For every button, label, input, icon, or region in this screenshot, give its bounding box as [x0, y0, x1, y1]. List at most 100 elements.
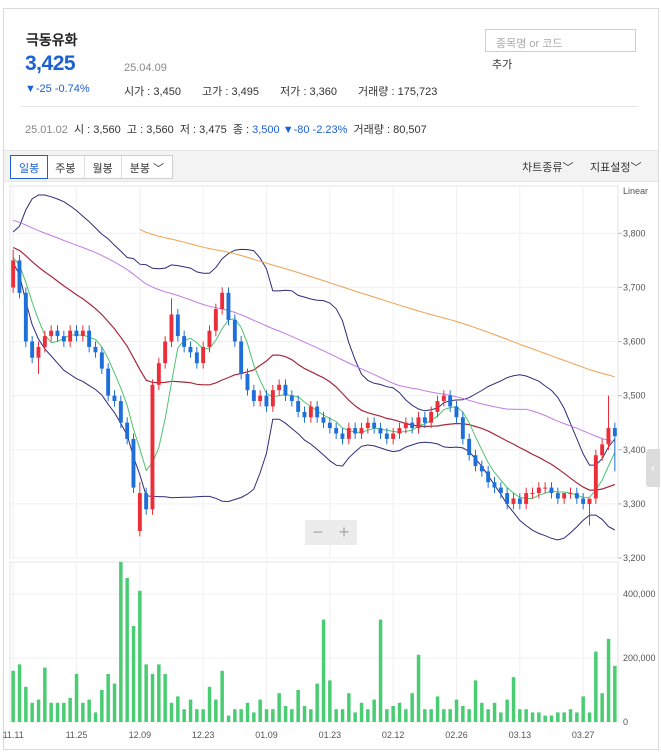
candle-body	[118, 401, 123, 423]
candle-body	[486, 471, 491, 483]
candle-body	[454, 406, 459, 418]
candle-body	[150, 384, 155, 510]
candle-body	[125, 422, 130, 439]
candle-body	[536, 487, 541, 493]
candle-body	[251, 390, 256, 401]
candle-body	[555, 493, 560, 499]
volume-bar	[49, 702, 53, 722]
volume-bar	[93, 712, 98, 722]
candle-body	[270, 390, 275, 407]
candle-body	[581, 498, 586, 504]
chevron-left-icon: ‹	[651, 461, 655, 475]
candle-body	[397, 428, 402, 434]
candle-body	[182, 336, 187, 347]
volume-bar	[169, 702, 174, 722]
candle-body	[467, 438, 472, 456]
candle-body	[543, 487, 548, 489]
candle-body	[587, 498, 592, 504]
candle-body	[524, 493, 529, 504]
volume-bar	[340, 709, 345, 722]
candle-body	[213, 309, 218, 331]
candle-body	[112, 395, 117, 401]
side-panel-toggle[interactable]: ‹	[646, 449, 660, 487]
candle-body	[308, 406, 313, 418]
candle-body	[163, 341, 168, 364]
volume-bar	[556, 712, 560, 722]
volume-bar	[277, 693, 281, 722]
candle-body	[448, 395, 453, 407]
candle-body	[492, 482, 497, 488]
volume-tick-label: 400,000	[623, 589, 656, 599]
volume-bar	[264, 709, 269, 722]
x-tick-label: 02.26	[445, 730, 468, 740]
volume-bar	[283, 706, 288, 722]
volume-bar	[518, 709, 522, 722]
volume-bar	[207, 686, 212, 722]
zoom-out-icon[interactable]: −	[313, 522, 324, 543]
candle-body	[80, 330, 85, 337]
volume-bar	[378, 619, 383, 722]
price-volume-chart[interactable]: 11.11 11.25 12.09 12.23 01.09 01.23 02.12 02.26…	[0, 0, 661, 752]
volume-bar	[150, 674, 155, 722]
candle-body	[36, 346, 41, 358]
candle-body	[479, 466, 484, 472]
y-tick-label: 3,300	[623, 499, 646, 509]
y-tick-label: 3,600	[623, 337, 646, 347]
candle-body	[429, 411, 434, 423]
volume-bar	[188, 699, 193, 722]
volume-bar	[594, 651, 598, 722]
volume-bar	[30, 702, 34, 722]
candle-body	[549, 487, 554, 493]
volume-bar	[182, 709, 186, 722]
candle-body	[346, 428, 351, 439]
candle-body	[422, 417, 427, 423]
volume-bar	[55, 702, 60, 722]
volume-bar	[296, 690, 300, 722]
volume-bar	[562, 712, 566, 722]
candle-body	[11, 260, 16, 288]
volume-bar	[112, 683, 117, 722]
volume-bar	[315, 683, 319, 722]
candle-body	[593, 455, 598, 499]
candle-body	[353, 428, 358, 434]
volume-bar	[385, 709, 389, 722]
volume-bar	[397, 702, 402, 722]
volume-bar	[568, 709, 573, 722]
candle-body	[568, 493, 573, 495]
volume-bar	[454, 699, 459, 722]
candle-body	[511, 498, 516, 504]
volume-bar	[81, 702, 85, 722]
candle-body	[600, 444, 605, 456]
volume-bar	[511, 677, 516, 722]
zoom-in-icon[interactable]: +	[339, 522, 350, 543]
volume-bar	[423, 709, 427, 722]
volume-bar	[448, 709, 452, 722]
candle-body	[473, 455, 478, 466]
volume-bar	[252, 712, 256, 722]
candle-body	[55, 330, 60, 337]
candle-body	[359, 428, 364, 434]
volume-bar	[271, 709, 275, 722]
candle-body	[30, 341, 35, 358]
candle-body	[612, 428, 617, 437]
volume-bar	[43, 667, 47, 722]
candle-body	[302, 411, 307, 418]
candle-body	[245, 374, 250, 391]
candle-body	[289, 395, 294, 401]
x-tick-label: 02.12	[382, 730, 405, 740]
candle-body	[562, 493, 567, 499]
candle-body	[144, 493, 149, 510]
candle-body	[220, 292, 225, 309]
volume-bar	[176, 696, 180, 722]
volume-bar	[366, 709, 370, 722]
candle-body	[365, 422, 370, 429]
candle-body	[340, 433, 345, 439]
volume-bar	[353, 712, 357, 722]
volume-bar	[391, 706, 395, 722]
volume-bar	[404, 709, 408, 722]
candle-body	[403, 422, 408, 429]
volume-bar	[144, 664, 148, 722]
candle-body	[334, 428, 339, 434]
volume-bar	[606, 638, 611, 722]
candle-body	[137, 493, 142, 531]
